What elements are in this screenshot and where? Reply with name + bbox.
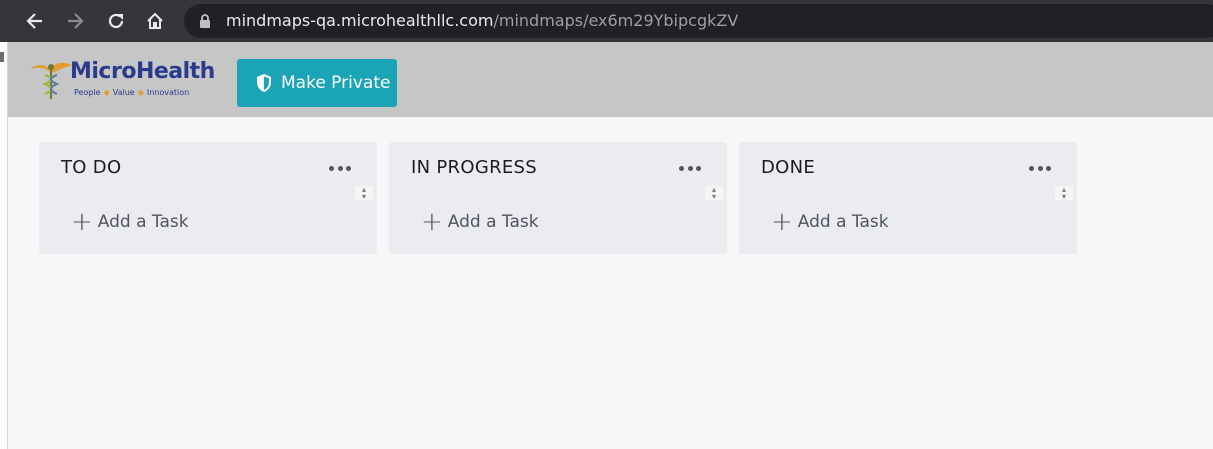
more-options-icon[interactable] bbox=[1029, 162, 1051, 174]
column-title: TO DO bbox=[61, 157, 122, 178]
make-private-button[interactable]: Make Private bbox=[237, 59, 397, 107]
column-title: IN PROGRESS bbox=[411, 157, 538, 178]
logo-text: MicroHealth bbox=[70, 59, 215, 84]
column-todo: TO DO ▴ ▾ + Add a Task bbox=[39, 142, 377, 254]
logo-tagline: People ◆ Value ◆ Innovation bbox=[74, 88, 190, 97]
back-icon bbox=[26, 13, 42, 29]
add-task-label: Add a Task bbox=[447, 212, 539, 232]
app-header: MicroHealth People ◆ Value ◆ Innovation Make… bbox=[8, 42, 1213, 117]
reload-icon bbox=[108, 13, 124, 29]
add-task-button[interactable]: + Add a Task bbox=[71, 207, 189, 237]
lock-icon bbox=[200, 14, 210, 28]
plus-icon: + bbox=[71, 207, 93, 237]
reload-button[interactable] bbox=[102, 7, 130, 35]
column-scroll-handle[interactable]: ▴ ▾ bbox=[705, 186, 723, 201]
caduceus-icon bbox=[30, 62, 72, 99]
back-button[interactable] bbox=[21, 7, 49, 35]
more-options-icon[interactable] bbox=[679, 162, 701, 174]
column-title: DONE bbox=[761, 157, 816, 178]
microhealth-logo[interactable]: MicroHealth People ◆ Value ◆ Innovation bbox=[28, 55, 218, 105]
column-scroll-handle[interactable]: ▴ ▾ bbox=[355, 186, 373, 201]
browser-toolbar: mindmaps-qa.microhealthllc.com/mindmaps/… bbox=[0, 0, 1213, 42]
url-host: mindmaps-qa.microhealthllc.com bbox=[226, 11, 494, 30]
column-scroll-handle[interactable]: ▴ ▾ bbox=[1055, 186, 1073, 201]
add-task-label: Add a Task bbox=[97, 212, 189, 232]
plus-icon: + bbox=[771, 207, 793, 237]
forward-icon bbox=[68, 13, 84, 29]
window-edge bbox=[0, 42, 8, 449]
url-text: mindmaps-qa.microhealthllc.com/mindmaps/… bbox=[226, 11, 738, 31]
plus-icon: + bbox=[421, 207, 443, 237]
url-path: /mindmaps/ex6m29YbipcgkZV bbox=[493, 11, 739, 30]
column-in-progress: IN PROGRESS ▴ ▾ + Add a Task bbox=[389, 142, 727, 254]
add-task-label: Add a Task bbox=[797, 212, 889, 232]
home-icon bbox=[147, 12, 163, 29]
add-task-button[interactable]: + Add a Task bbox=[421, 207, 539, 237]
add-task-button[interactable]: + Add a Task bbox=[771, 207, 889, 237]
forward-button[interactable] bbox=[61, 7, 89, 35]
column-done: DONE ▴ ▾ + Add a Task bbox=[739, 142, 1077, 254]
home-button[interactable] bbox=[141, 7, 169, 35]
more-options-icon[interactable] bbox=[329, 162, 351, 174]
shield-icon bbox=[255, 73, 273, 93]
make-private-label: Make Private bbox=[281, 73, 391, 93]
address-bar[interactable]: mindmaps-qa.microhealthllc.com/mindmaps/… bbox=[184, 4, 1213, 38]
